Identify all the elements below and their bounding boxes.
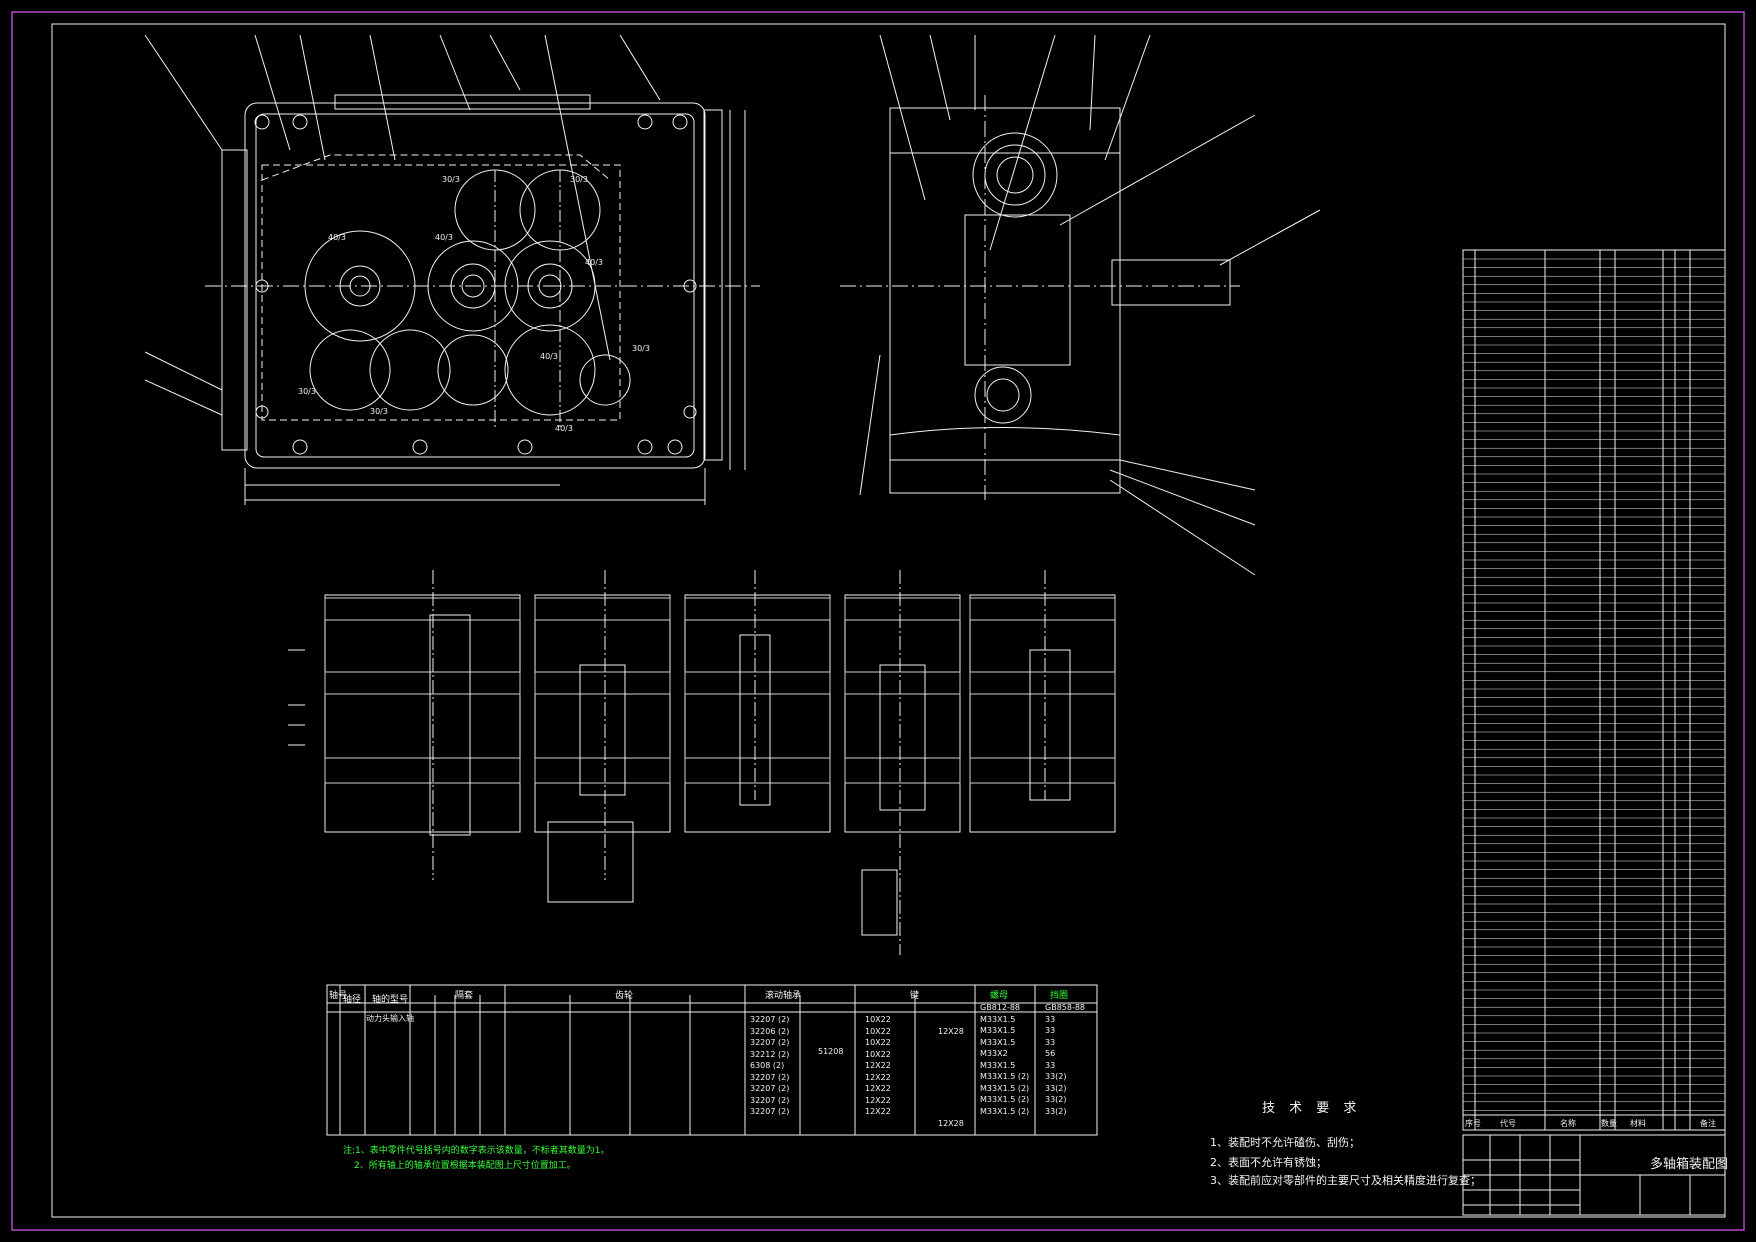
table-cell: 32207 (2)	[750, 1072, 790, 1082]
table-cell: 32207 (2)	[750, 1107, 790, 1116]
table-header-gear: 齿轮	[615, 991, 634, 1001]
table-cell: M33X1.5	[980, 1014, 1016, 1024]
parts-header-index: 序号	[1465, 1119, 1481, 1128]
table-cell: M33X1.5	[980, 1060, 1016, 1070]
table-header-diameter: 轴径	[343, 995, 362, 1005]
table-cell: M33X1.5 (2)	[980, 1106, 1030, 1116]
tech-requirement-2: 2、表面不允许有锈蚀；	[1210, 1156, 1327, 1169]
table-cell: 51208	[818, 1047, 844, 1056]
table-cell-input-shaft: 动力头输入轴	[366, 1014, 414, 1023]
table-cell: 32207 (2)	[750, 1038, 790, 1047]
table-cell: 12X22	[865, 1107, 891, 1116]
table-cell: GB812-88	[980, 1003, 1021, 1012]
gear-label: 30/3	[442, 175, 460, 184]
parts-header-remark: 备注	[1700, 1119, 1716, 1128]
drawing-title: 多轴箱装配图	[1650, 1157, 1729, 1172]
parts-list-grid	[1462, 249, 1726, 1131]
front-view	[144, 34, 760, 505]
table-cell: 33(2)	[1045, 1072, 1067, 1081]
tech-requirement-3: 3、装配前应对零部件的主要尺寸及相关精度进行复查；	[1210, 1174, 1481, 1187]
gear-label: 30/3	[370, 407, 388, 416]
table-cell: 10X22	[865, 1026, 891, 1036]
table-cell: 12X22	[865, 1084, 891, 1093]
table-header-spacer: 隔套	[455, 991, 474, 1001]
table-cell: 33	[1045, 1060, 1056, 1070]
table-cell: M33X1.5 (2)	[980, 1083, 1030, 1093]
section-views	[288, 570, 1116, 955]
table-cell: 33	[1045, 1014, 1056, 1024]
table-cell: 12X22	[865, 1095, 891, 1105]
table-cell: 32206 (2)	[750, 1026, 790, 1036]
gear-label: 40/3	[585, 258, 603, 267]
gear-label: 30/3	[570, 175, 588, 184]
table-header-bearing: 滚动轴承	[765, 991, 802, 1001]
table-cell: 12X22	[865, 1061, 891, 1070]
table-cell: M33X1.5	[980, 1037, 1016, 1047]
table-cell: 10X22	[865, 1049, 891, 1059]
parts-header-qty: 数量	[1601, 1119, 1617, 1128]
table-cell: 32207 (2)	[750, 1084, 790, 1093]
table-cell: 10X22	[865, 1038, 891, 1047]
gear-label: 40/3	[540, 352, 558, 361]
table-note-2: 2、所有轴上的轴承位置根据本装配图上尺寸位置加工。	[354, 1161, 576, 1171]
table-cell: 12X22	[865, 1072, 891, 1082]
tech-requirement-1: 1、装配时不允许磕伤、刮伤；	[1210, 1136, 1360, 1149]
table-cell: 33(2)	[1045, 1095, 1067, 1104]
tech-requirements-title: 技 术 要 求	[1262, 1101, 1362, 1116]
gear-label: 40/3	[555, 424, 573, 433]
table-note-1: 注:1、表中零件代号括号内的数字表示该数量，不标者其数量为1。	[343, 1146, 610, 1156]
table-cell: 33(2)	[1045, 1083, 1067, 1093]
table-header-key: 键	[910, 991, 920, 1001]
side-view	[840, 34, 1321, 576]
table-cell: 33	[1045, 1037, 1056, 1047]
table-cell: 33(2)	[1045, 1106, 1067, 1116]
table-cell: M33X1.5 (2)	[980, 1072, 1030, 1081]
gear-label: 30/3	[298, 387, 316, 396]
gear-label: 40/3	[435, 233, 453, 242]
table-header-model: 轴的型号	[372, 995, 409, 1005]
table-cell: M33X1.5 (2)	[980, 1095, 1030, 1104]
parts-header-code: 代号	[1500, 1119, 1516, 1128]
sheet-border	[11, 11, 1745, 1231]
table-cell: 56	[1045, 1049, 1056, 1058]
parts-header-name: 名称	[1560, 1119, 1576, 1128]
table-header-nut: 螺母	[990, 991, 1009, 1001]
table-header-ring: 挡圈	[1050, 991, 1069, 1001]
gear-label: 30/3	[632, 344, 650, 353]
table-cell: M33X1.5	[980, 1026, 1016, 1035]
table-cell: 12X28	[938, 1027, 964, 1036]
parts-header-material: 材料	[1630, 1119, 1646, 1128]
table-cell: 10X22	[865, 1015, 891, 1024]
table-cell: 6308 (2)	[750, 1061, 785, 1070]
title-block-grid	[1462, 1134, 1726, 1216]
table-cell: 32207 (2)	[750, 1015, 790, 1024]
table-cell: 33	[1045, 1026, 1056, 1035]
table-cell: 32207 (2)	[750, 1095, 790, 1105]
table-cell: GB858-88	[1045, 1003, 1086, 1012]
table-cell: 32212 (2)	[750, 1049, 790, 1059]
table-cell: M33X2	[980, 1049, 1008, 1058]
gear-label: 40/3	[328, 233, 346, 242]
table-cell: 12X28	[938, 1119, 964, 1128]
